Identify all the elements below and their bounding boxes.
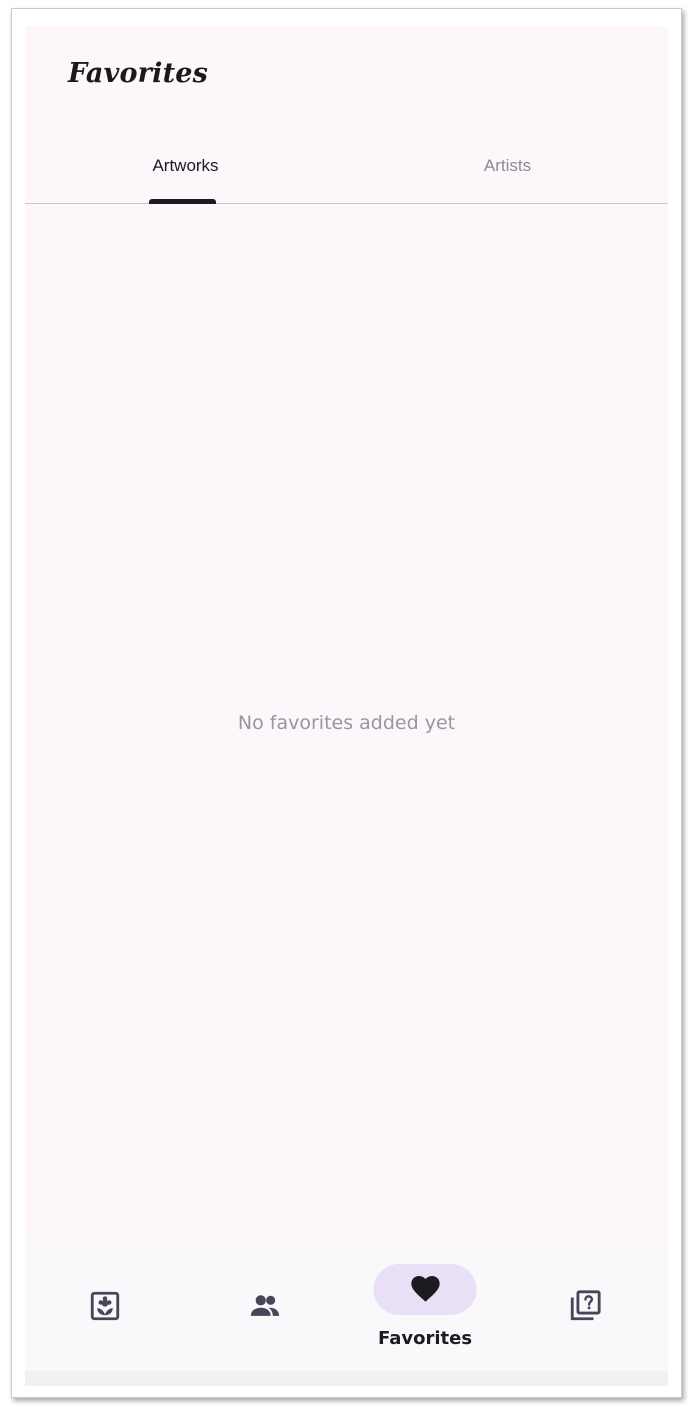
tab-artists-label: Artists <box>483 156 532 175</box>
selected-indicator-pill <box>373 1264 477 1315</box>
app-screen: Favorites Artworks Artists No favorites … <box>25 26 668 1386</box>
tab-artworks-label: Artworks <box>152 156 219 175</box>
nav-item-artworks[interactable] <box>25 1243 185 1371</box>
people-icon <box>250 1295 280 1316</box>
artwork-icon <box>90 1291 120 1321</box>
tab-artworks[interactable]: Artworks <box>25 136 346 203</box>
system-gesture-bar <box>25 1371 668 1386</box>
selected-tab-indicator <box>149 199 216 204</box>
nav-item-favorites[interactable]: Favorites <box>345 1243 505 1371</box>
tab-artists[interactable]: Artists <box>347 136 668 203</box>
heart-icon <box>410 1275 440 1302</box>
quiz-icon <box>570 1290 601 1321</box>
bottom-navigation: Favorites <box>25 1243 668 1371</box>
nav-label-favorites: Favorites <box>377 1328 473 1349</box>
page-title: Favorites <box>68 58 209 89</box>
tab-bar: Artworks Artists <box>25 136 668 204</box>
empty-state-message: No favorites added yet <box>237 712 456 734</box>
nav-item-quiz[interactable] <box>505 1243 665 1371</box>
nav-item-artists[interactable] <box>185 1243 345 1371</box>
